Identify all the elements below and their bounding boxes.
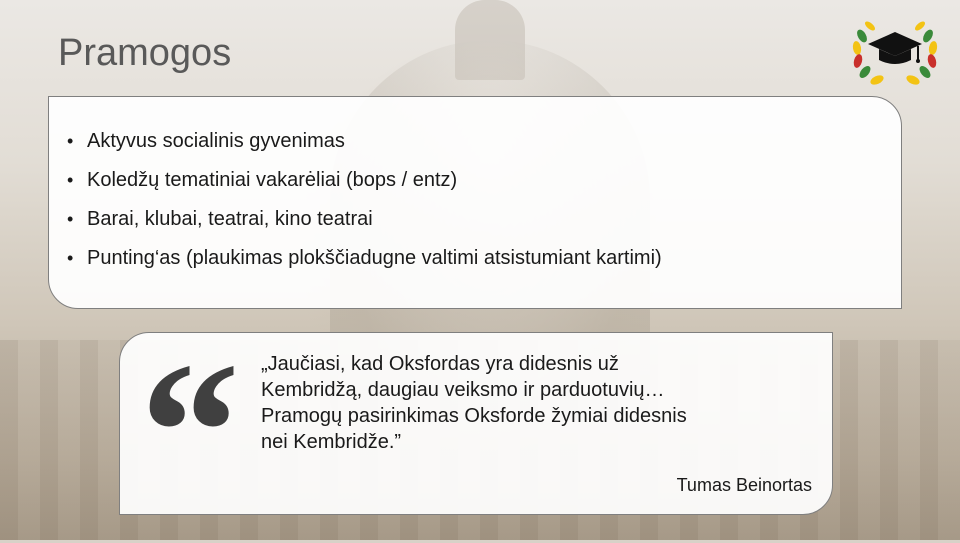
cap-shape <box>868 32 922 64</box>
quote-mark-icon: “ <box>140 322 240 543</box>
bullet-item: Aktyvus socialinis gyvenimas <box>67 126 901 165</box>
graduation-cap-laurel-icon <box>852 21 938 85</box>
quote-panel: “ „Jaučiasi, kad Oksfordas yra didesnis … <box>119 332 833 533</box>
quote-text: „Jaučiasi, kad Oksfordas yra didesnis už… <box>261 353 687 453</box>
bullet-item: Barai, klubai, teatrai, kino teatrai <box>67 204 901 243</box>
bullet-item: Punting‘as (plaukimas plokščiadugne valt… <box>67 243 901 282</box>
bullet-item: Koledžų tematiniai vakarėliai (bops / en… <box>67 165 901 204</box>
bullet-panel: Aktyvus socialinis gyvenimas Koledžų tem… <box>48 96 902 309</box>
quote-author: Tumas Beinortas <box>676 475 812 495</box>
bullet-list: Aktyvus socialinis gyvenimas Koledžų tem… <box>49 97 901 282</box>
slide-title: Pramogos <box>58 32 232 74</box>
